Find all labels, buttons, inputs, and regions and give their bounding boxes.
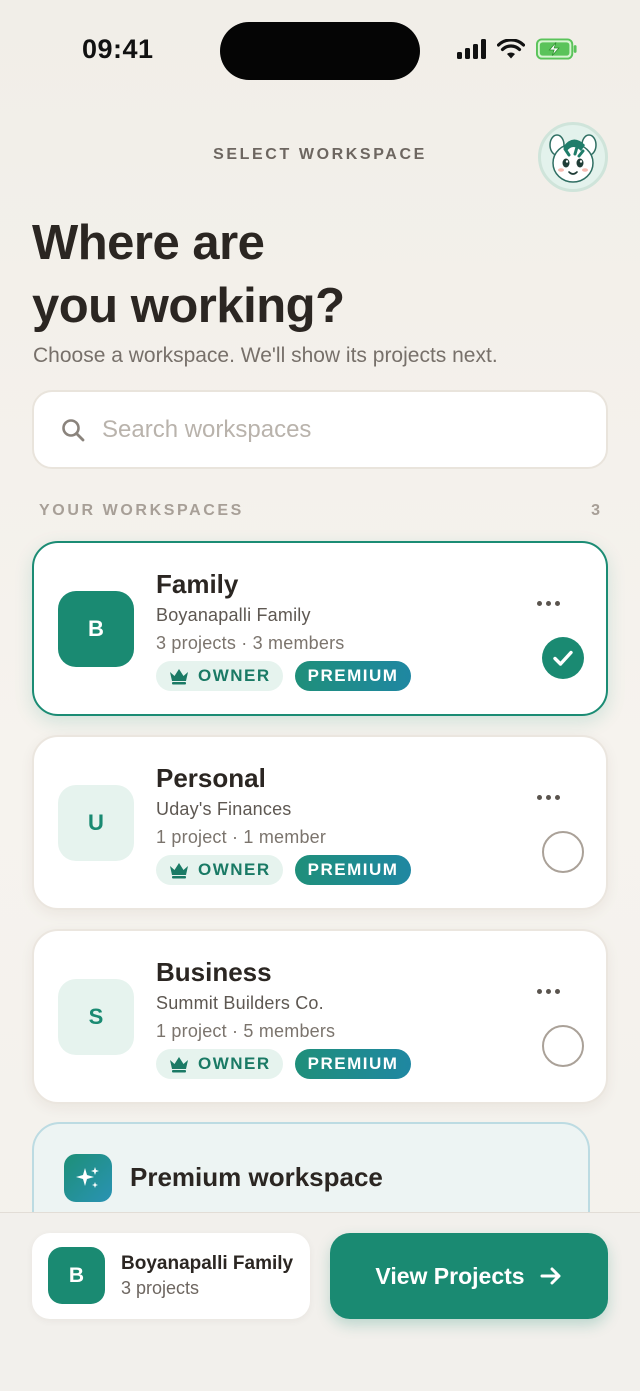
premium-badge: PREMIUM xyxy=(294,1049,412,1079)
owner-badge: OWNER xyxy=(156,855,283,885)
workspace-badges: OWNER PREMIUM xyxy=(156,855,412,885)
checkmark-icon xyxy=(553,650,573,666)
selected-workspace-avatar: B xyxy=(48,1247,105,1304)
selected-workspace-name: Boyanapalli Family xyxy=(121,1253,294,1274)
workspace-card-business[interactable]: S Business Summit Builders Co. 1 project… xyxy=(32,929,608,1104)
workspace-meta: 3 projects · 3 members xyxy=(156,633,345,653)
select-radio[interactable] xyxy=(542,831,584,873)
status-icons xyxy=(457,38,578,60)
owner-badge-label: OWNER xyxy=(198,666,271,685)
workspace-subtitle: Summit Builders Co. xyxy=(156,993,324,1013)
workspace-count: 3 xyxy=(591,502,600,519)
crown-icon xyxy=(170,669,188,685)
workspace-subtitle: Boyanapalli Family xyxy=(156,605,311,625)
workspace-card-personal[interactable]: U Personal Uday's Finances 1 project · 1… xyxy=(32,735,608,910)
workspace-badges: OWNER PREMIUM xyxy=(156,1049,412,1079)
workspace-meta: 1 project · 1 member xyxy=(156,827,327,847)
search-bar[interactable] xyxy=(32,390,608,469)
premium-badge: PREMIUM xyxy=(294,661,412,691)
sparkles-icon xyxy=(64,1154,112,1202)
search-icon xyxy=(62,418,85,441)
workspace-name: Business xyxy=(156,957,272,987)
selected-workspace-summary: B Boyanapalli Family 3 projects xyxy=(32,1233,310,1319)
workspace-avatar: B xyxy=(58,591,134,667)
select-radio[interactable] xyxy=(542,1025,584,1067)
workspace-card-family[interactable]: B Family Boyanapalli Family 3 projects ·… xyxy=(32,541,608,716)
more-options-icon[interactable] xyxy=(537,795,560,800)
selected-workspace-meta: 3 projects xyxy=(121,1278,200,1298)
battery-charging-icon xyxy=(536,38,577,60)
workspace-badges: OWNER PREMIUM xyxy=(156,661,412,691)
workspace-name: Personal xyxy=(156,763,266,793)
more-options-icon[interactable] xyxy=(537,989,560,994)
owner-badge: OWNER xyxy=(156,661,283,691)
dynamic-island xyxy=(220,22,420,80)
premium-badge: PREMIUM xyxy=(294,855,412,885)
crown-icon xyxy=(170,863,188,879)
workspace-subtitle: Uday's Finances xyxy=(156,799,292,819)
view-projects-label: View Projects xyxy=(375,1262,525,1289)
premium-workspace-title: Premium workspace xyxy=(130,1162,383,1192)
crown-icon xyxy=(170,1057,188,1073)
section-label: YOUR WORKSPACES xyxy=(39,502,244,519)
profile-avatar[interactable] xyxy=(538,122,608,192)
status-time: 09:41 xyxy=(82,34,154,64)
more-options-icon[interactable] xyxy=(537,601,560,606)
selected-checkmark-radio[interactable] xyxy=(542,637,584,679)
owner-badge: OWNER xyxy=(156,1049,283,1079)
owner-badge-label: OWNER xyxy=(198,1054,271,1073)
page-subtitle: Choose a workspace. We'll show its proje… xyxy=(33,344,498,367)
wifi-icon xyxy=(497,38,525,58)
workspace-name: Family xyxy=(156,569,239,599)
zebra-mascot-avatar-icon xyxy=(549,134,597,183)
signal-icon xyxy=(457,39,486,59)
search-input[interactable] xyxy=(102,415,542,444)
page-title: Where are you working? xyxy=(32,216,345,333)
owner-badge-label: OWNER xyxy=(198,860,271,879)
workspace-meta: 1 project · 5 members xyxy=(156,1021,336,1041)
arrow-right-icon xyxy=(540,1267,561,1285)
bottom-action-bar: B Boyanapalli Family 3 projects View Pro… xyxy=(0,1212,640,1391)
workspace-avatar: S xyxy=(58,979,134,1055)
status-bar: 09:41 xyxy=(0,0,640,100)
workspace-avatar: U xyxy=(58,785,134,861)
view-projects-button[interactable]: View Projects xyxy=(330,1233,608,1319)
